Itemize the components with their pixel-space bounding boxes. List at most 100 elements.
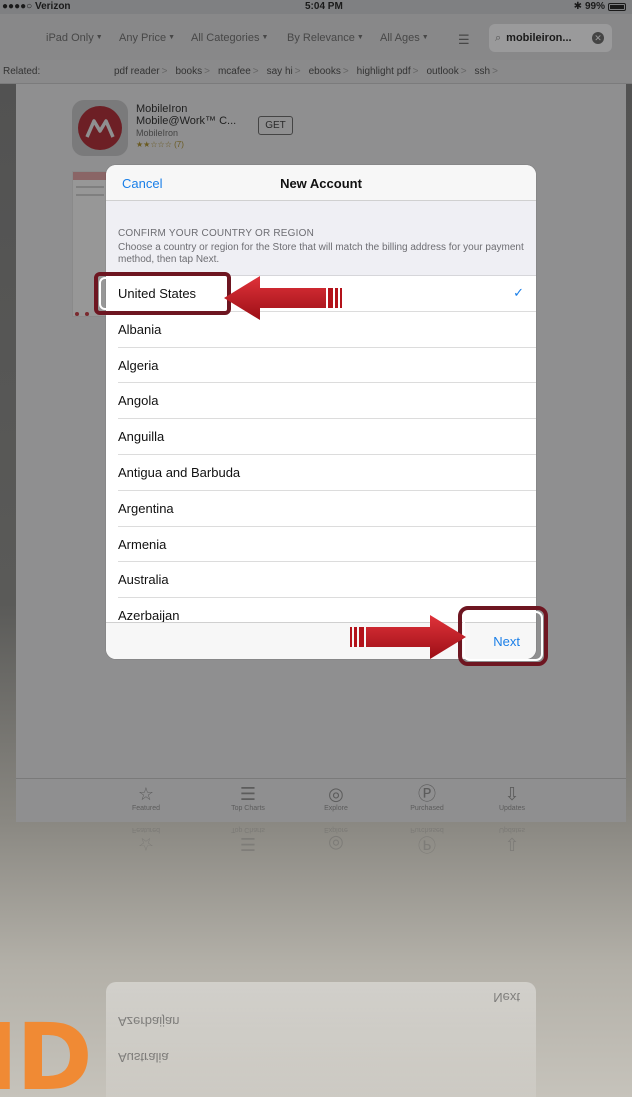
tab-label: Purchased — [410, 826, 444, 833]
device-filter-label: iPad Only — [46, 32, 94, 44]
related-chip-label: ssh — [474, 66, 491, 77]
chevron-right-icon: > — [252, 66, 259, 77]
country-row[interactable]: Anguilla — [106, 419, 536, 455]
chevron-right-icon: > — [460, 66, 467, 77]
dropdown-arrow-icon: ▼ — [168, 34, 176, 41]
reflected-next-label: Next — [493, 990, 520, 1005]
bluetooth-icon: ✱ — [573, 1, 582, 12]
related-chip[interactable]: highlight pdf > — [357, 66, 419, 77]
search-field[interactable]: ⌕ mobileiron... ✕ — [489, 24, 612, 52]
related-chip[interactable]: books > — [175, 66, 210, 77]
country-name: Antigua and Barbuda — [118, 464, 241, 480]
related-chip[interactable]: ssh > — [475, 66, 498, 77]
country-row[interactable]: Antigua and Barbuda — [106, 455, 536, 491]
country-name: Armenia — [118, 536, 167, 552]
related-chip-label: pdf reader — [114, 66, 160, 77]
right-pointing-arrow-icon — [350, 615, 466, 659]
search-value: mobileiron... — [506, 32, 572, 44]
app-rating: ★★☆☆☆ (7) — [136, 139, 256, 151]
checkmark-icon: ✓ — [513, 285, 524, 300]
download-icon: ⇩ — [504, 784, 520, 804]
tab-reflection: ◎ Explore — [306, 826, 366, 855]
related-chip[interactable]: say hi > — [267, 66, 301, 77]
chevron-right-icon: > — [294, 66, 301, 77]
country-row[interactable]: Armenia — [106, 527, 536, 563]
status-bar: ●●●●○ Verizon 5:04 PM ✱ 99% — [0, 0, 632, 14]
get-button[interactable]: GET — [258, 116, 293, 135]
region-section-header: CONFIRM YOUR COUNTRY OR REGION Choose a … — [106, 201, 536, 276]
app-developer-line: MobileIron — [136, 103, 188, 115]
tab-label: Updates — [498, 805, 526, 812]
united-states-highlight-inner — [99, 277, 226, 310]
store-filter-bar: iPad Only ▼ Any Price ▼ All Categories ▼ By… — [0, 14, 632, 60]
country-name: Anguilla — [118, 429, 165, 445]
tab-reflection: ☰ Top Charts — [218, 826, 278, 855]
app-name[interactable]: Mobile@Work™ C... — [136, 115, 256, 127]
tab-explore[interactable]: ◎ Explore — [306, 783, 366, 812]
country-list[interactable]: United States ✓ Albania Algeria Angola Anguil… — [106, 276, 536, 622]
country-name: Australia — [118, 572, 169, 588]
battery-percent: 99% — [584, 1, 605, 12]
app-publisher: MobileIron — [136, 128, 179, 138]
chevron-right-icon: > — [412, 66, 419, 77]
device-filter[interactable]: iPad Only ▼ — [46, 32, 103, 44]
country-row[interactable]: Algeria — [106, 348, 536, 384]
watermark-logo-text: ID — [0, 1004, 93, 1097]
tab-updates[interactable]: ⇩ Updates — [482, 783, 542, 812]
tab-label: Top Charts — [231, 805, 265, 812]
tab-bar-reflection: ☆ Featured ☰ Top Charts ◎ Explore Ⓟ Purchased ⇩ U… — [16, 822, 626, 862]
dropdown-arrow-icon: ▼ — [95, 34, 103, 41]
tab-featured[interactable]: ☆ Featured — [116, 783, 176, 812]
section-heading: CONFIRM YOUR COUNTRY OR REGION — [118, 228, 315, 239]
tab-purchased[interactable]: Ⓟ Purchased — [397, 783, 457, 812]
category-filter[interactable]: All Categories ▼ — [191, 32, 268, 44]
new-account-dialog: Cancel New Account CONFIRM YOUR COUNTRY … — [106, 165, 536, 659]
related-chips: pdf reader > books > mcafee > say hi > ebooks > hi… — [114, 66, 498, 77]
purchased-icon: Ⓟ — [418, 784, 436, 804]
ages-filter[interactable]: All Ages ▼ — [380, 32, 429, 44]
related-chip[interactable]: mcafee > — [218, 66, 259, 77]
chevron-right-icon: > — [161, 66, 168, 77]
tab-label: Explore — [324, 805, 348, 812]
related-chip-label: books — [175, 66, 203, 77]
compass-icon: ◎ — [328, 834, 344, 854]
dropdown-arrow-icon: ▼ — [261, 34, 269, 41]
battery-icon — [608, 2, 626, 11]
section-description: Choose a country or region for the Store… — [118, 242, 524, 265]
star-icon: ☆ — [137, 834, 155, 854]
ages-filter-label: All Ages — [380, 32, 420, 44]
related-label: Related: — [3, 66, 41, 77]
star-icon: ☆ — [137, 784, 155, 804]
country-name: Algeria — [118, 357, 159, 373]
price-filter[interactable]: Any Price ▼ — [119, 32, 175, 44]
country-row[interactable]: Australia — [106, 562, 536, 599]
tab-bar: ☆ Featured ☰ Top Charts ◎ Explore Ⓟ Purchased ⇩ U… — [16, 778, 626, 822]
left-pointing-arrow-icon — [224, 276, 342, 320]
search-icon: ⌕ — [495, 31, 502, 44]
tab-reflection: ☆ Featured — [116, 826, 176, 855]
clear-search-icon[interactable]: ✕ — [592, 32, 604, 44]
chevron-right-icon: > — [342, 66, 349, 77]
price-filter-label: Any Price — [119, 32, 167, 44]
tab-top-charts[interactable]: ☰ Top Charts — [218, 783, 278, 812]
related-chip-label: mcafee — [217, 66, 251, 77]
related-searches-bar: Related: pdf reader > books > mcafee > say hi >… — [0, 60, 632, 84]
tab-label: Explore — [324, 826, 348, 833]
related-chip[interactable]: pdf reader > — [114, 66, 167, 77]
country-name: Argentina — [118, 500, 174, 516]
carrier-label: ●●●●○ Verizon — [2, 1, 71, 12]
tab-label: Featured — [131, 826, 161, 833]
dialog-reflection: Next Azerbaijan Australia — [106, 982, 536, 1097]
country-row[interactable]: Argentina — [106, 491, 536, 527]
tab-label: Purchased — [410, 805, 444, 812]
related-chip[interactable]: ebooks > — [309, 66, 349, 77]
country-name: Azerbaijan — [118, 608, 180, 622]
list-view-icon[interactable]: ☰ — [458, 32, 470, 48]
battery-indicator: ✱ 99% — [574, 1, 626, 12]
dialog-title: New Account — [280, 176, 362, 191]
app-icon[interactable] — [72, 100, 128, 156]
country-row[interactable]: Angola — [106, 383, 536, 420]
sort-filter[interactable]: By Relevance ▼ — [287, 32, 364, 44]
related-chip[interactable]: outlook > — [426, 66, 466, 77]
sort-filter-label: By Relevance — [287, 32, 355, 44]
